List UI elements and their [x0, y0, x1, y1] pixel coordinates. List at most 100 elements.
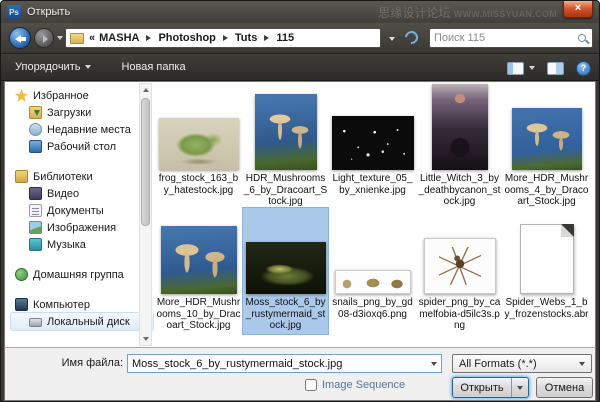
- filename-label: Имя файла:: [23, 357, 123, 369]
- sidebar-list: Избранное Загрузки Недавние места Рабочий с…: [5, 82, 153, 347]
- sidebar-item-desktop[interactable]: Рабочий стол: [11, 138, 153, 155]
- cancel-button[interactable]: Отмена: [536, 377, 593, 398]
- sidebar-item-favorites[interactable]: Избранное: [11, 87, 153, 104]
- file-thumbnail: [432, 94, 488, 170]
- open-button[interactable]: Открыть: [452, 377, 529, 398]
- breadcrumb-item[interactable]: Photoshop: [158, 32, 215, 44]
- dialog-content: Избранное Загрузки Недавние места Рабочий с…: [4, 81, 596, 347]
- recent-icon: [29, 123, 42, 136]
- file-thumbnail: [159, 94, 239, 170]
- sidebar-scrollbar[interactable]: [139, 83, 152, 346]
- breadcrumb-item[interactable]: 115: [276, 32, 294, 44]
- thumbnail-image: [335, 270, 411, 294]
- file-name: Moss_stock_6_by_rustymermaid_stock.jpg: [244, 297, 328, 332]
- sidebar-item-label: Рабочий стол: [47, 141, 116, 153]
- file-thumbnail: [332, 94, 414, 170]
- dialog-footer: Имя файла: All Formats (*.*) Image Seque…: [4, 347, 596, 401]
- search-box[interactable]: [429, 28, 593, 48]
- command-toolbar: Упорядочить Новая папка ?: [1, 53, 599, 81]
- sidebar-item-label: Изображения: [47, 222, 116, 234]
- filename-input[interactable]: [128, 358, 426, 370]
- preview-pane-icon[interactable]: [547, 62, 564, 75]
- new-folder-button[interactable]: Новая папка: [113, 57, 193, 77]
- history-dropdown-icon[interactable]: [57, 36, 63, 40]
- format-dropdown-icon: [579, 362, 585, 366]
- scroll-up-icon[interactable]: [140, 84, 151, 96]
- sidebar-item-video[interactable]: Видео: [11, 185, 153, 202]
- file-name: frog_stock_163_by_hatestock.jpg: [157, 173, 241, 196]
- filename-dropdown-icon[interactable]: [426, 355, 441, 372]
- file-thumbnail: [246, 208, 326, 294]
- breadcrumb-prefix: «: [89, 32, 95, 44]
- sidebar-item-libraries[interactable]: Библиотеки: [11, 168, 153, 185]
- thumbnail-image: [255, 94, 317, 170]
- watermark-url-text: WWW.MISSYUAN.COM: [454, 9, 557, 19]
- file-item[interactable]: Light_texture_05_by_xnienke.jpg: [330, 94, 415, 208]
- file-thumbnail: [520, 208, 574, 294]
- sidebar-item-downloads[interactable]: Загрузки: [11, 104, 153, 121]
- scrollbar-thumb[interactable]: [141, 98, 150, 226]
- file-item[interactable]: Moss_stock_6_by_rustymermaid_stock.jpg: [243, 208, 328, 334]
- file-name: Little_Witch_3_by_deathbycanon_stock.jpg: [418, 173, 502, 208]
- organize-button[interactable]: Упорядочить: [7, 57, 99, 77]
- sidebar-item-disk[interactable]: Локальный диск: [11, 313, 153, 330]
- sidebar-item-label: Загрузки: [47, 107, 91, 119]
- image-sequence-checkbox[interactable]: [305, 379, 317, 391]
- breadcrumb-item[interactable]: Tuts: [235, 32, 257, 44]
- breadcrumb-separator-icon[interactable]: [146, 35, 151, 41]
- views-dropdown-icon[interactable]: [529, 66, 535, 70]
- file-item[interactable]: spider_png_by_camelfobia-d5ilc3s.png: [417, 208, 502, 334]
- file-name: More_HDR_Mushrooms_4_by_Dracoart_Stock.j…: [505, 173, 589, 208]
- thumbnail-image: [424, 238, 496, 294]
- file-thumbnail: [335, 208, 411, 294]
- image-sequence-option: Image Sequence: [305, 379, 405, 391]
- file-item[interactable]: Little_Witch_3_by_deathbycanon_stock.jpg: [417, 94, 502, 208]
- forward-button[interactable]: [34, 28, 54, 48]
- file-item[interactable]: frog_stock_163_by_hatestock.jpg: [156, 94, 241, 208]
- file-name: snails_png_by_gd08-d3ioxq6.png: [331, 297, 415, 320]
- thumbnail-image: [432, 84, 488, 170]
- help-icon[interactable]: ?: [576, 61, 591, 76]
- address-bar[interactable]: « MASHA Photoshop Tuts 115: [65, 28, 381, 48]
- file-name: HDR_Mushrooms_6_by_Dracoart_Stock.jpg: [244, 173, 328, 208]
- scroll-down-icon[interactable]: [140, 333, 151, 345]
- sidebar-item-music[interactable]: Музыка: [11, 236, 153, 253]
- breadcrumb-separator-icon[interactable]: [223, 35, 228, 41]
- breadcrumb: « MASHA Photoshop Tuts 115: [89, 32, 294, 44]
- sidebar-item-label: Видео: [47, 188, 79, 200]
- sidebar-item-recent[interactable]: Недавние места: [11, 121, 153, 138]
- photoshop-app-icon: Ps: [7, 5, 21, 19]
- sidebar-item-computer[interactable]: Компьютер: [11, 296, 153, 313]
- refresh-icon[interactable]: [402, 28, 420, 46]
- breadcrumb-item[interactable]: MASHA: [99, 32, 139, 44]
- forward-arrow-icon: [43, 35, 48, 43]
- file-item[interactable]: HDR_Mushrooms_6_by_Dracoart_Stock.jpg: [243, 94, 328, 208]
- organize-label: Упорядочить: [15, 61, 80, 73]
- search-input[interactable]: [434, 32, 578, 44]
- address-dropdown-icon[interactable]: [389, 37, 395, 41]
- sidebar-item-label: Музыка: [47, 239, 86, 251]
- file-item[interactable]: snails_png_by_gd08-d3ioxq6.png: [330, 208, 415, 334]
- file-item[interactable]: Spider_Webs_1_by_frozenstocks.abr: [504, 208, 589, 334]
- image-sequence-label: Image Sequence: [322, 379, 405, 391]
- views-icon[interactable]: [507, 62, 524, 75]
- breadcrumb-separator-icon[interactable]: [264, 35, 269, 41]
- thumbnail-image: [159, 118, 239, 170]
- file-item[interactable]: More_HDR_Mushrooms_10_by_Dracoart_Stock.…: [156, 208, 241, 334]
- sidebar-item-documents[interactable]: Документы: [11, 202, 153, 219]
- favorites-icon: [15, 89, 28, 102]
- sidebar-item-label: Локальный диск: [47, 316, 130, 328]
- sidebar-item-homegroup[interactable]: Домашняя группа: [11, 266, 153, 283]
- format-select[interactable]: All Formats (*.*): [452, 354, 592, 373]
- folder-icon: [70, 33, 84, 44]
- back-button[interactable]: [9, 27, 31, 49]
- sidebar-item-pictures[interactable]: Изображения: [11, 219, 153, 236]
- homegroup-icon: [15, 268, 28, 281]
- file-name: Spider_Webs_1_by_frozenstocks.abr: [505, 297, 589, 320]
- disk-icon: [29, 318, 42, 327]
- close-button[interactable]: ×: [563, 1, 593, 18]
- video-icon: [29, 187, 42, 200]
- sidebar-item-label: Домашняя группа: [33, 269, 124, 281]
- open-split-dropdown[interactable]: [511, 378, 528, 397]
- file-item[interactable]: More_HDR_Mushrooms_4_by_Dracoart_Stock.j…: [504, 94, 589, 208]
